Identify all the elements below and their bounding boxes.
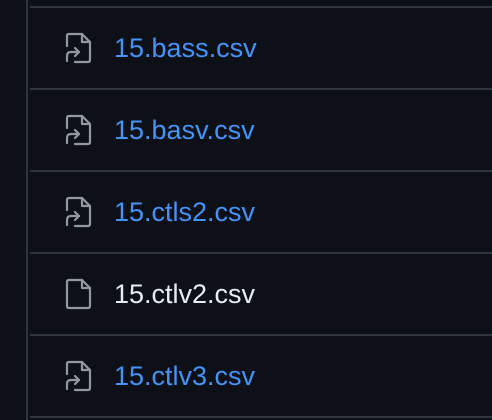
file-list: 15.bass.csv 15.basv.csv 15.ctls2.csv 15.… [30, 0, 492, 420]
file-symlink-icon [64, 32, 92, 64]
file-name-link[interactable]: 15.bass.csv [114, 8, 257, 88]
file-symlink-icon [64, 360, 92, 392]
file-name-link[interactable]: 15.ctlv2.csv [114, 254, 255, 334]
file-browser: 15.bass.csv 15.basv.csv 15.ctls2.csv 15.… [0, 0, 492, 420]
file-symlink-icon [64, 114, 92, 146]
file-row[interactable]: 15.bass.csv [30, 8, 492, 90]
file-name-link[interactable]: 15.ctlv3.csv [114, 336, 255, 416]
file-symlink-icon [64, 196, 92, 228]
file-row[interactable]: 15.ctlv3.csv [30, 336, 492, 418]
file-row[interactable]: 15.ctlv2.csv [30, 254, 492, 336]
file-name-link[interactable]: 15.ctls2.csv [114, 172, 255, 252]
file-row[interactable]: 15.ctls2.csv [30, 172, 492, 254]
file-name-link[interactable]: 15.basv.csv [114, 90, 255, 170]
file-icon [64, 278, 92, 310]
left-gutter [0, 0, 28, 420]
file-row[interactable]: 15.basv.csv [30, 90, 492, 172]
